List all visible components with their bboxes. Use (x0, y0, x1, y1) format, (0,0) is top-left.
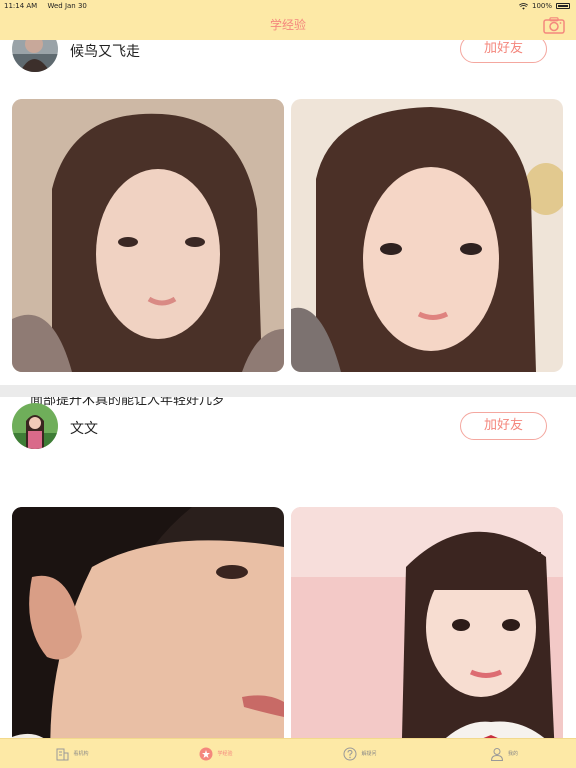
post-card: 文文 加好友 (0, 385, 576, 738)
avatar[interactable] (12, 40, 58, 72)
tab-label: 学经验 (217, 751, 233, 757)
username[interactable]: 文文 (70, 418, 98, 438)
avatar[interactable] (12, 403, 58, 449)
post-header: 文文 加好友 (0, 385, 576, 449)
camera-icon[interactable] (543, 17, 565, 34)
post-photo[interactable] (291, 507, 563, 738)
tab-label: 看机构 (73, 751, 89, 757)
post-header: 候鸟又飞走 加好友 (0, 40, 576, 80)
page-title: 学经验 (269, 18, 306, 32)
photo-grid (12, 99, 564, 372)
star-icon (199, 747, 213, 760)
tab-institutions[interactable]: 看机构 (0, 739, 144, 768)
tab-bar: 看机构 学经验 解疑问 我的 (0, 738, 576, 768)
wifi-icon (518, 2, 528, 10)
status-time: 11:14 AM (4, 2, 38, 10)
post-photo[interactable] (291, 99, 563, 372)
post-card: 候鸟又飞走 加好友 面部提升术真的能让人年轻好几岁 (0, 40, 576, 408)
status-date: Wed Jan 30 (47, 2, 87, 10)
battery-percent: 100% (531, 2, 552, 10)
post-photo[interactable] (12, 507, 284, 738)
tab-label: 我的 (507, 751, 518, 757)
tab-label: 解疑问 (361, 751, 377, 757)
experience-feed[interactable]: 候鸟又飞走 加好友 面部提升术真的能让人年轻好几岁 文文 加好友 (0, 40, 576, 738)
status-bar: 11:14 AM Wed Jan 30 100% (0, 0, 576, 12)
add-friend-button[interactable]: 加好友 (460, 40, 547, 63)
person-icon (490, 747, 503, 761)
add-friend-button[interactable]: 加好友 (460, 412, 547, 440)
top-bar: 11:14 AM Wed Jan 30 100% 学经验 (0, 0, 576, 40)
tab-questions[interactable]: 解疑问 (288, 739, 432, 768)
username[interactable]: 候鸟又飞走 (70, 41, 140, 61)
tab-profile[interactable]: 我的 (432, 739, 576, 768)
photo-grid (12, 507, 564, 738)
building-icon (56, 748, 69, 760)
question-icon (343, 747, 357, 760)
tab-experience[interactable]: 学经验 (144, 739, 288, 768)
battery-icon (556, 3, 570, 9)
post-photo[interactable] (12, 99, 284, 372)
